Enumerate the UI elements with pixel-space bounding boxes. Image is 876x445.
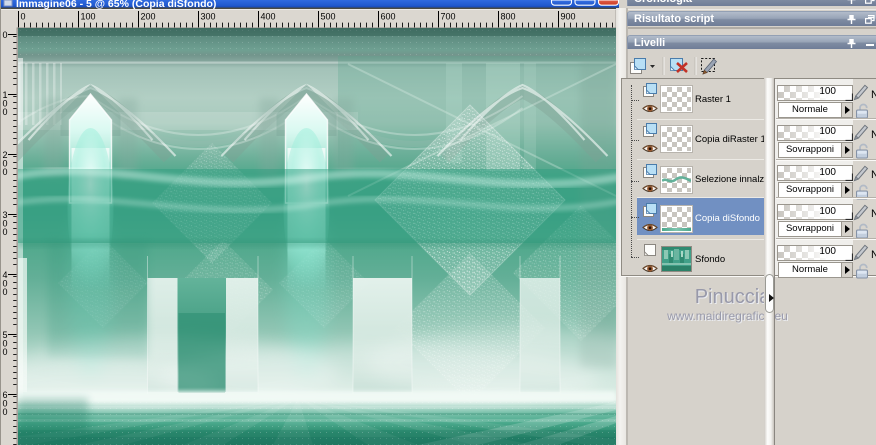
svg-text:0: 0 [21,12,26,22]
svg-text:400: 400 [261,12,276,22]
svg-text:200: 200 [141,12,156,22]
svg-text:0: 0 [3,30,8,40]
svg-text:600: 600 [381,12,396,22]
svg-text:300: 300 [201,12,216,22]
svg-text:800: 800 [501,12,516,22]
svg-text:0: 0 [3,167,8,177]
svg-text:0: 0 [3,107,8,117]
svg-text:500: 500 [321,12,336,22]
svg-text:0: 0 [3,407,8,417]
svg-text:100: 100 [81,12,96,22]
svg-text:Immagine06 - 5 @ 65% (Copia di: Immagine06 - 5 @ 65% (Copia diSfondo) [16,0,216,10]
svg-text:900: 900 [561,12,576,22]
svg-text:0: 0 [3,227,8,237]
svg-text:0: 0 [3,347,8,357]
svg-text:700: 700 [441,12,456,22]
svg-text:0: 0 [3,287,8,297]
